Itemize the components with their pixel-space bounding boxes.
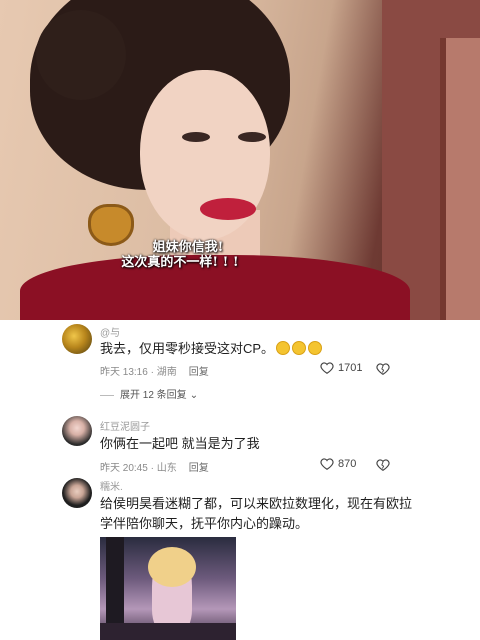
reply-button[interactable]: 回复	[189, 367, 209, 378]
comment-2: 红豆泥圆子 你俩在一起吧 就当是为了我 昨天 20:45 · 山东 回复 870	[0, 412, 480, 474]
reply-button[interactable]: 回复	[189, 463, 209, 474]
right-eye	[238, 132, 266, 142]
crying-face-emoji-icon	[308, 341, 323, 355]
heart-outline-icon	[320, 458, 334, 470]
crying-face-emoji-icon	[292, 341, 307, 355]
subtitle-line-2: 这次真的不一样! ! !	[121, 255, 239, 270]
video-frame[interactable]: 姐妹你信我! 这次真的不一样! ! !	[0, 0, 480, 320]
comment-time: 昨天 20:45 · 山东	[100, 463, 177, 474]
comment-text-line-2: 学伴陪你聊天，抚平你内心的躁动。	[100, 516, 309, 531]
image-floor	[100, 623, 236, 640]
crying-face-emoji-icon	[276, 341, 291, 355]
comment-text: 你俩在一起吧 就当是为了我	[100, 436, 260, 451]
lips	[200, 198, 256, 220]
image-figure-hair	[148, 547, 196, 587]
comment-text-line-1: 给侯明昊看迷糊了都，可以来欧拉数理化，现在有欧拉	[100, 496, 413, 511]
comment-3: 糯米. 给侯明昊看迷糊了都，可以来欧拉数理化，现在有欧拉 学伴陪你聊天，抚平你内…	[0, 474, 480, 640]
expand-replies-button[interactable]: 展开 12 条回复 ⌄	[100, 386, 198, 401]
like-count: 870	[338, 458, 357, 470]
comment-image[interactable]	[100, 537, 236, 640]
avatar[interactable]	[62, 324, 92, 354]
left-eye	[182, 132, 210, 142]
like-button[interactable]: 870	[320, 457, 356, 471]
comment-text: 我去，仅用零秒接受这对CP。	[100, 339, 323, 359]
like-count: 1701	[338, 362, 363, 374]
expand-replies-label: 展开 12 条回复	[120, 390, 187, 401]
comment-time: 昨天 13:16 · 湖南	[100, 367, 177, 378]
comment-text-body: 我去，仅用零秒接受这对CP。	[100, 341, 275, 356]
chevron-down-icon: ⌄	[189, 390, 199, 401]
broken-heart-icon[interactable]	[376, 362, 390, 376]
comment-meta: 昨天 13:16 · 湖南 回复	[100, 363, 209, 378]
avatar[interactable]	[62, 478, 92, 508]
username[interactable]: 红豆泥圆子	[100, 418, 150, 433]
username[interactable]: 糯米.	[100, 478, 123, 493]
like-button[interactable]: 1701	[320, 361, 362, 375]
heart-outline-icon	[320, 362, 334, 374]
broken-heart-icon[interactable]	[376, 458, 390, 472]
comment-meta: 昨天 20:45 · 山东 回复	[100, 459, 209, 474]
background-door	[440, 38, 480, 320]
username[interactable]: @与	[100, 324, 120, 339]
comment-1: @与 我去，仅用零秒接受这对CP。 昨天 13:16 · 湖南 回复 1701 展…	[0, 320, 480, 402]
avatar[interactable]	[62, 416, 92, 446]
divider-line	[100, 394, 114, 396]
hair-bun	[36, 10, 126, 100]
